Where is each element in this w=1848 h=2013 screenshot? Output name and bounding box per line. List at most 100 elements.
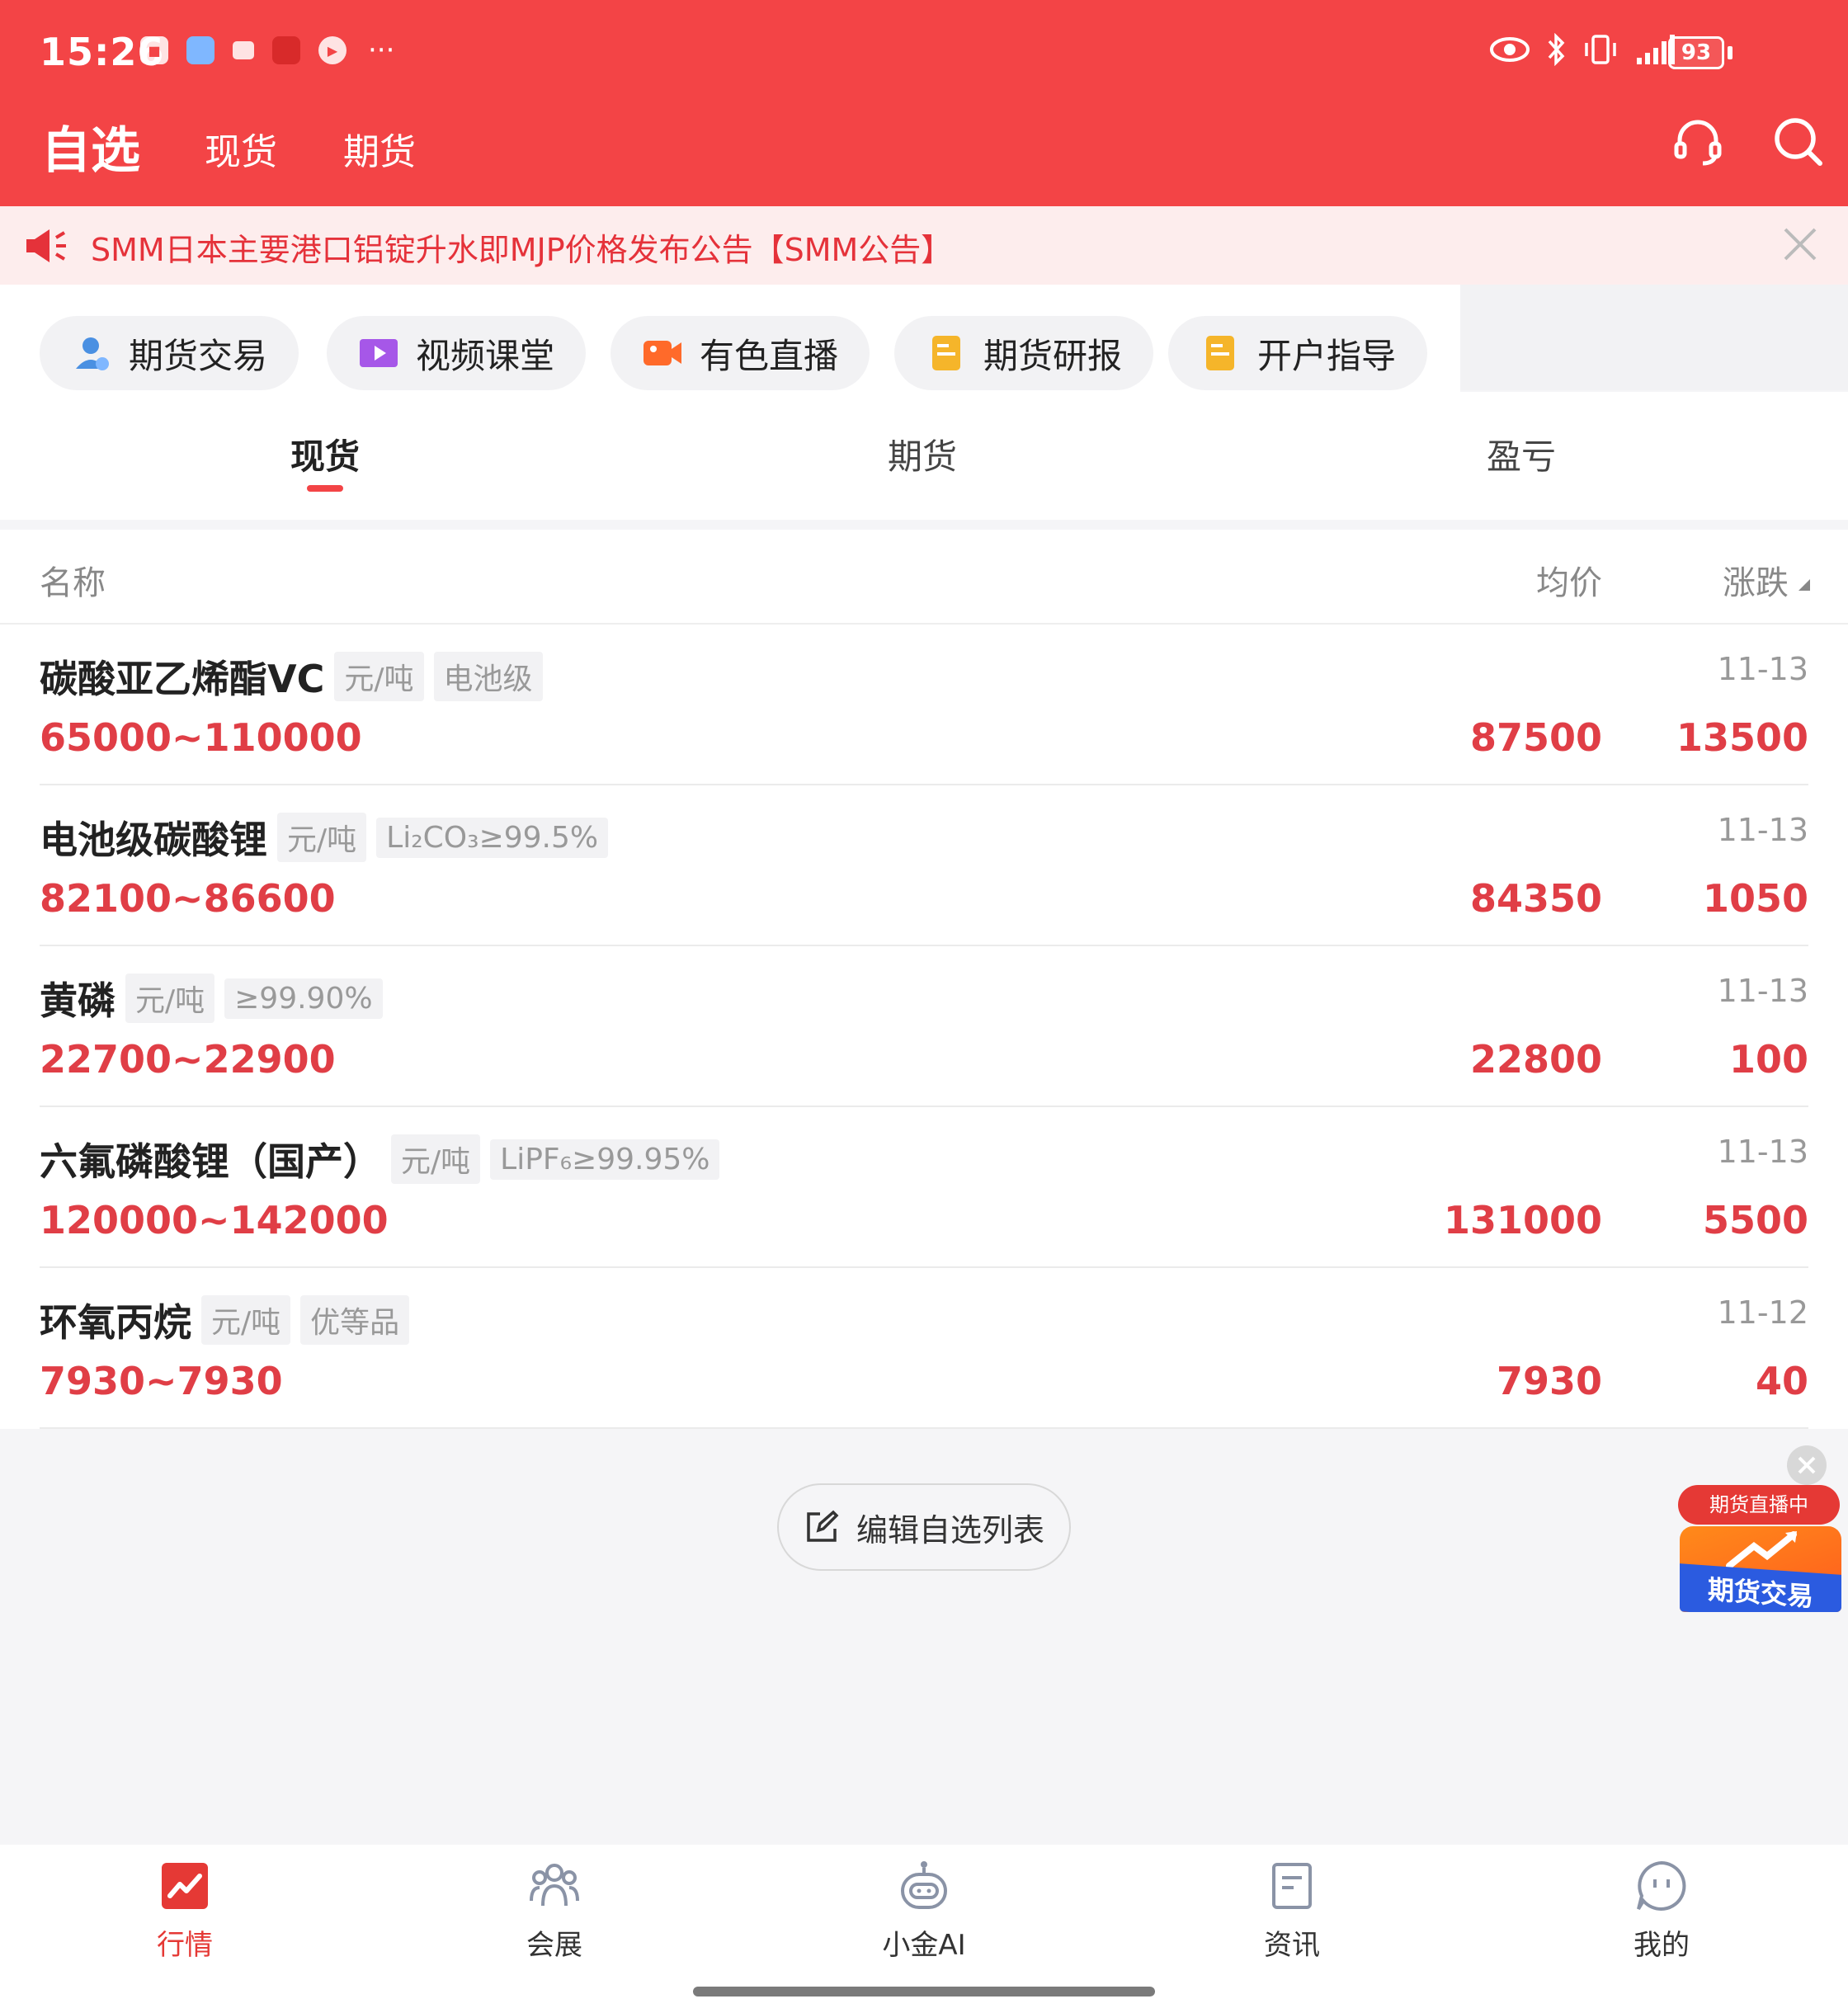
battery-level: 93 [1668,36,1724,69]
price-change: 5500 [1702,1198,1808,1242]
price-change: 1050 [1702,876,1808,921]
item-date: 11-13 [1717,973,1808,1009]
list-item[interactable]: 黄磷 元/吨 ≥99.90% 11-13 22700~22900 22800 1… [40,946,1808,1107]
price-change: 13500 [1676,715,1808,760]
nav-label: 我的 [1634,1929,1690,1962]
unit-tag: 元/吨 [277,813,367,862]
megaphone-icon [26,229,66,262]
shortcut-account-guide[interactable]: 开户指导 [1168,316,1428,390]
search-icon[interactable] [1772,116,1825,168]
item-date: 11-13 [1717,651,1808,687]
nav-profile[interactable]: 我的 [1579,1860,1744,1963]
list-item[interactable]: 环氧丙烷 元/吨 优等品 11-12 7930~7930 7930 40 [40,1268,1808,1429]
spec-tag: ≥99.90% [224,978,383,1019]
price-range: 7930~7930 [40,1359,283,1403]
active-tab-indicator [307,485,343,492]
nav-label: 小金AI [882,1929,966,1962]
shortcut-label: 期货研报 [983,335,1123,376]
list-item[interactable]: 六氟磷酸锂（国产） 元/吨 LiPF₆≥99.95% 11-13 120000~… [40,1107,1808,1268]
close-icon[interactable] [1777,221,1823,267]
market-chart-icon [162,1863,208,1909]
unit-tag: 元/吨 [391,1134,481,1184]
header-tab-futures[interactable]: 期货 [343,122,416,175]
ad-graphic: 期货交易 [1680,1526,1841,1612]
item-name: 碳酸亚乙烯酯VC [40,657,325,701]
nav-market[interactable]: 行情 [102,1860,267,1963]
vibrate-icon [1585,35,1616,64]
nav-news[interactable]: 资讯 [1209,1860,1374,1963]
avg-price: 22800 [1469,1037,1602,1082]
status-bar: 15:26 ■ ▶ ··· 93 [0,0,1848,107]
shortcut-label: 期货交易 [129,335,268,376]
shortcut-label: 有色直播 [700,335,839,376]
watchlist: 名称 均价 涨跌 碳酸亚乙烯酯VC 元/吨 电池级 11-13 65000~11… [0,530,1848,1429]
item-name: 电池级碳酸锂 [40,818,267,862]
tab-spot[interactable]: 现货 [290,429,360,479]
announcement-text[interactable]: SMM日本主要港口铝锭升水即MJP价格发布公告【SMM公告】 [91,224,952,270]
more-notifications-icon: ··· [368,34,395,67]
nav-label: 资讯 [1264,1929,1320,1962]
price-range: 82100~86600 [40,876,336,921]
shortcut-bar-filler [1460,285,1848,390]
avg-price: 7930 [1496,1359,1602,1403]
unit-tag: 元/吨 [201,1295,291,1345]
sort-icon[interactable] [1798,579,1810,591]
eye-icon [1490,37,1530,62]
spec-tag: Li₂CO₃≥99.5% [376,817,609,858]
message-app-icon [233,41,254,59]
page-title: 自选 [41,122,140,180]
people-icon [530,1864,579,1907]
item-name: 六氟磷酸锂（国产） [40,1139,381,1184]
stock-app-icon [272,36,300,64]
home-indicator[interactable] [693,1987,1155,1996]
announcement-bar[interactable]: SMM日本主要港口铝锭升水即MJP价格发布公告【SMM公告】 [0,206,1848,285]
document-icon [932,336,960,370]
price-change: 40 [1755,1359,1808,1403]
nav-label: 行情 [157,1929,213,1962]
spec-tag: LiPF₆≥99.95% [490,1138,720,1180]
nav-ai-assistant[interactable]: 小金AI [842,1860,1006,1963]
shortcut-label: 视频课堂 [416,335,555,376]
list-header: 名称 均价 涨跌 [0,530,1848,625]
battery-indicator: 93 [1668,36,1732,69]
close-ad-button[interactable] [1787,1445,1827,1485]
nav-exhibition[interactable]: 会展 [472,1860,637,1963]
avg-price: 84350 [1469,876,1602,921]
shortcut-futures-research[interactable]: 期货研报 [894,316,1154,390]
futures-trading-ad[interactable]: 期货直播中 期货交易 [1678,1485,1843,1617]
shortcut-metal-live[interactable]: 有色直播 [610,316,870,390]
avg-price: 131000 [1443,1198,1602,1242]
item-date: 11-13 [1717,1134,1808,1170]
shortcut-bar: 期货交易 视频课堂 有色直播 期货研报 开户指导 [0,285,1460,392]
camera-icon [644,341,681,365]
list-item[interactable]: 碳酸亚乙烯酯VC 元/吨 电池级 11-13 65000~110000 8750… [40,625,1808,785]
shortcut-video-class[interactable]: 视频课堂 [327,316,587,390]
unit-tag: 元/吨 [125,974,215,1023]
customer-service-icon[interactable] [1671,116,1724,168]
video-icon [360,339,398,367]
column-change[interactable]: 涨跌 [1723,556,1789,604]
app-header: 15:26 ■ ▶ ··· 93 自选 现货 期货 [0,0,1848,206]
profile-icon [1637,1860,1686,1911]
news-icon [1272,1863,1312,1909]
tab-futures[interactable]: 期货 [888,429,957,479]
item-date: 11-13 [1717,812,1808,848]
spec-tag: 电池级 [433,652,543,701]
notification-icons: ■ ▶ ··· [140,36,394,64]
tab-profit-loss[interactable]: 盈亏 [1487,429,1556,479]
edit-watchlist-label: 编辑自选列表 [856,1511,1044,1549]
list-item[interactable]: 电池级碳酸锂 元/吨 Li₂CO₃≥99.5% 11-13 82100~8660… [40,785,1808,946]
app-notification-icon: ■ [140,36,168,64]
system-indicators [1488,33,1683,66]
document-icon [1206,336,1234,370]
item-name: 黄磷 [40,978,116,1023]
bluetooth-icon [1548,33,1565,66]
edit-watchlist-button[interactable]: 编辑自选列表 [777,1483,1071,1571]
price-range: 65000~110000 [40,715,362,760]
header-tab-spot[interactable]: 现货 [205,122,277,175]
column-avg-price[interactable]: 均价 [1536,556,1602,604]
shortcut-futures-trading[interactable]: 期货交易 [40,316,299,390]
spec-tag: 优等品 [300,1295,410,1345]
unit-tag: 元/吨 [334,652,424,701]
video-app-icon: ▶ [318,36,346,64]
